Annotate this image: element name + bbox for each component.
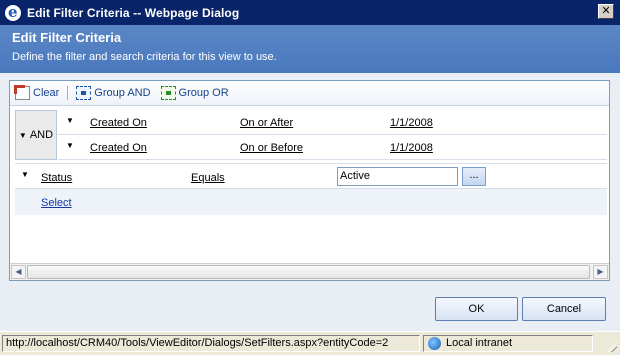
filter-panel: Clear Group AND Group OR ▼ AND ▼ Created… [9,80,610,281]
dialog-content: Clear Group AND Group OR ▼ AND ▼ Created… [0,73,620,331]
toolbar-separator [67,86,69,100]
clear-icon [14,85,30,100]
scroll-right-icon[interactable]: ▶ [593,265,608,279]
dialog-subtitle: Define the filter and search criteria fo… [12,51,277,63]
condition-operator[interactable]: On or After [240,117,293,129]
dialog-title: Edit Filter Criteria [12,30,122,45]
ok-button[interactable]: OK [435,297,518,321]
filter-toolbar: Clear Group AND Group OR [10,81,609,106]
condition-value[interactable]: 1/1/2008 [390,142,433,154]
condition-row: ▼ Created On On or After 1/1/2008 [58,110,607,135]
window-titlebar: Edit Filter Criteria -- Webpage Dialog ✕ [0,0,620,25]
condition-field[interactable]: Created On [90,117,147,129]
status-operator[interactable]: Equals [191,172,225,184]
group-or-icon [160,86,176,100]
intranet-icon [428,337,441,350]
condition-operator[interactable]: On or Before [240,142,303,154]
status-bar: http://localhost/CRM40/Tools/ViewEditor/… [0,331,620,355]
security-zone: Local intranet [423,335,593,352]
scroll-left-icon[interactable]: ◀ [11,265,26,279]
resize-grip-icon[interactable] [605,340,619,354]
condition-row: ▼ Created On On or Before 1/1/2008 [58,135,607,160]
clear-button[interactable]: Clear [14,85,60,100]
zone-label: Local intranet [446,337,513,349]
group-or-label: Group OR [178,87,229,99]
group-and-icon [76,86,92,100]
group-and-label: Group AND [94,87,151,99]
select-link[interactable]: Select [41,197,72,209]
group-and-button[interactable]: Group AND [76,86,151,100]
row-menu-arrow-icon[interactable]: ▼ [21,170,29,179]
window-title: Edit Filter Criteria -- Webpage Dialog [27,5,240,20]
row-menu-arrow-icon[interactable]: ▼ [66,141,74,150]
cancel-button[interactable]: Cancel [522,297,606,321]
and-group: ▼ AND ▼ Created On On or After 1/1/2008 … [15,110,607,160]
clear-label: Clear [33,87,60,99]
horizontal-scrollbar[interactable]: ◀ ▶ [10,263,609,280]
status-condition-row: ▼ Status Equals Active ... [15,163,607,189]
status-value-input[interactable]: Active [337,167,458,186]
close-button[interactable]: ✕ [598,4,614,19]
lookup-button[interactable]: ... [462,167,486,186]
ie-icon [5,3,21,21]
condition-field[interactable]: Created On [90,142,147,154]
status-url: http://localhost/CRM40/Tools/ViewEditor/… [2,335,420,352]
dropdown-arrow-icon: ▼ [18,130,27,140]
condition-value[interactable]: 1/1/2008 [390,117,433,129]
select-row: Select [15,189,607,215]
dialog-header: Edit Filter Criteria Define the filter a… [0,25,620,73]
group-operator-label: AND [29,129,54,141]
status-field[interactable]: Status [41,172,72,184]
group-or-button[interactable]: Group OR [160,86,229,100]
group-operator-menu[interactable]: ▼ AND [15,110,57,160]
scroll-thumb[interactable] [27,265,590,279]
row-menu-arrow-icon[interactable]: ▼ [66,116,74,125]
